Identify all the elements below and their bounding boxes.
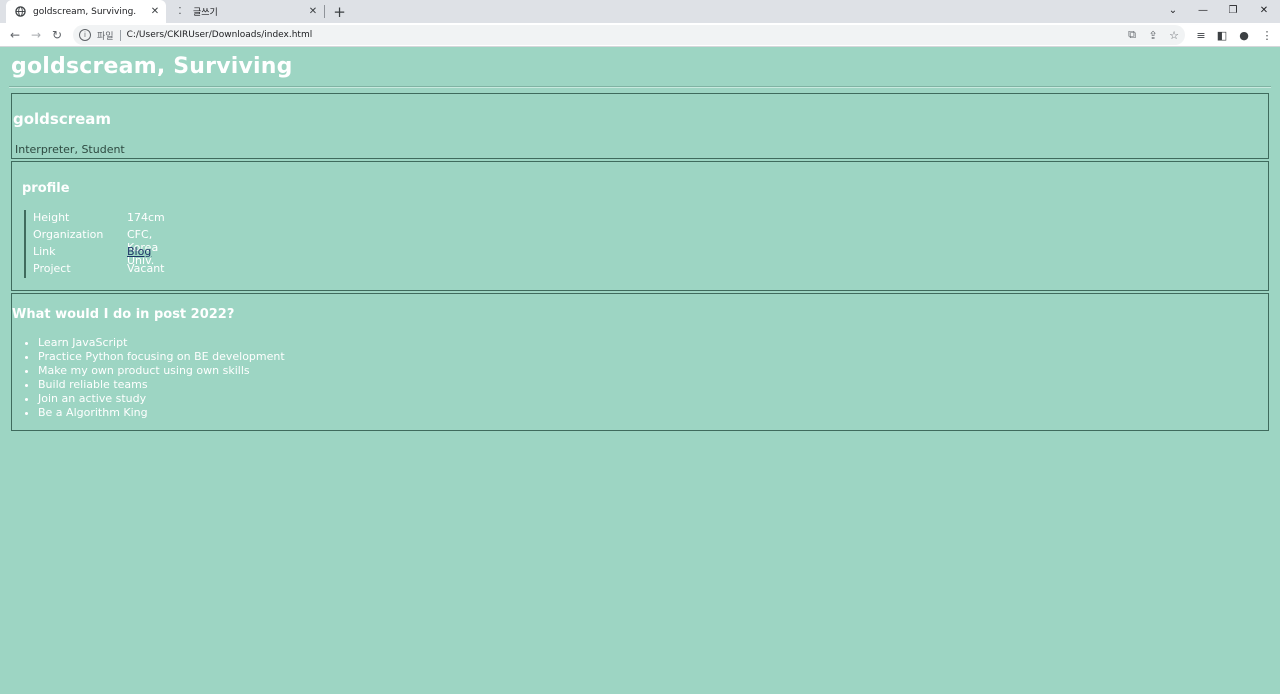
info-icon[interactable]: i bbox=[79, 29, 91, 41]
profile-avatar-icon[interactable]: ● bbox=[1236, 26, 1252, 44]
new-tab-button[interactable]: + bbox=[331, 3, 348, 21]
profile-key: Height bbox=[33, 211, 70, 224]
browser-toolbar: ← → ↻ i 파일 C:/Users/CKIRUser/Downloads/i… bbox=[0, 23, 1280, 47]
blog-link[interactable]: Blog bbox=[127, 245, 151, 258]
profile-key: Organization bbox=[33, 228, 104, 241]
plans-section: What would I do in post 2022? Learn Java… bbox=[11, 293, 1269, 431]
title-divider bbox=[9, 86, 1271, 88]
bookmark-star-icon[interactable]: ☆ bbox=[1166, 26, 1182, 44]
user-name: goldscream bbox=[13, 110, 112, 128]
list-item: Learn JavaScript bbox=[38, 336, 285, 350]
editor-icon: ⁚ bbox=[178, 6, 182, 17]
profile-row-organization: Organization CFC, Korea Univ. bbox=[24, 227, 158, 267]
profile-heading: profile bbox=[22, 181, 70, 196]
address-divider bbox=[119, 29, 121, 41]
back-button[interactable]: ← bbox=[6, 26, 24, 44]
close-tab-icon[interactable]: ✕ bbox=[148, 5, 162, 19]
tab-editor[interactable]: ⁚ 글쓰기 ✕ bbox=[166, 0, 324, 23]
reading-list-icon[interactable]: ≡ bbox=[1193, 26, 1209, 44]
tab-separator bbox=[324, 5, 325, 18]
minimize-button[interactable]: — bbox=[1188, 0, 1218, 20]
close-tab-icon[interactable]: ✕ bbox=[306, 5, 320, 19]
list-item: Build reliable teams bbox=[38, 378, 285, 392]
profile-key: Link bbox=[33, 245, 56, 258]
list-item: Make my own product using own skills bbox=[38, 364, 285, 378]
forward-button[interactable]: → bbox=[27, 26, 45, 44]
tab-search-icon[interactable]: ⌄ bbox=[1158, 0, 1188, 20]
plans-heading: What would I do in post 2022? bbox=[12, 307, 235, 322]
profile-row-height: Height 174cm bbox=[24, 210, 165, 227]
menu-kebab-icon[interactable]: ⋮ bbox=[1259, 26, 1275, 44]
file-scheme-label: 파일 bbox=[97, 31, 114, 42]
profile-section: profile Height 174cm Organization CFC, K… bbox=[11, 161, 1269, 291]
tab-title: 글쓰기 bbox=[193, 8, 218, 18]
tab-strip: goldscream, Surviving. ✕ ⁚ 글쓰기 ✕ + ⌄ — ❐… bbox=[0, 0, 1280, 23]
globe-icon bbox=[14, 6, 26, 18]
profile-value: Vacant bbox=[127, 262, 165, 275]
page-title: goldscream, Surviving bbox=[11, 54, 293, 79]
side-panel-icon[interactable]: ◧ bbox=[1214, 26, 1230, 44]
header-section: goldscream Interpreter, Student bbox=[11, 93, 1269, 159]
translate-icon[interactable]: ⧉ bbox=[1124, 26, 1140, 44]
close-window-button[interactable]: ✕ bbox=[1249, 0, 1279, 20]
restore-button[interactable]: ❐ bbox=[1218, 0, 1248, 20]
tab-goldscream[interactable]: goldscream, Surviving. ✕ bbox=[6, 0, 166, 23]
share-icon[interactable]: ⇪ bbox=[1145, 26, 1161, 44]
url-text: C:/Users/CKIRUser/Downloads/index.html bbox=[126, 30, 313, 40]
address-bar[interactable]: i 파일 C:/Users/CKIRUser/Downloads/index.h… bbox=[73, 25, 1185, 45]
list-item: Practice Python focusing on BE developme… bbox=[38, 350, 285, 364]
profile-table: Height 174cm Organization CFC, Korea Uni… bbox=[24, 210, 165, 278]
tab-title: goldscream, Surviving. bbox=[33, 6, 137, 17]
profile-key: Project bbox=[33, 262, 71, 275]
profile-row-project: Project Vacant bbox=[24, 261, 165, 278]
list-item: Join an active study bbox=[38, 392, 285, 406]
reload-button[interactable]: ↻ bbox=[48, 26, 66, 44]
profile-row-link: Link Blog bbox=[24, 244, 151, 261]
profile-value: 174cm bbox=[127, 211, 165, 224]
plans-list: Learn JavaScript Practice Python focusin… bbox=[38, 336, 285, 420]
list-item: Be a Algorithm King bbox=[38, 406, 285, 420]
user-roles: Interpreter, Student bbox=[15, 143, 125, 156]
